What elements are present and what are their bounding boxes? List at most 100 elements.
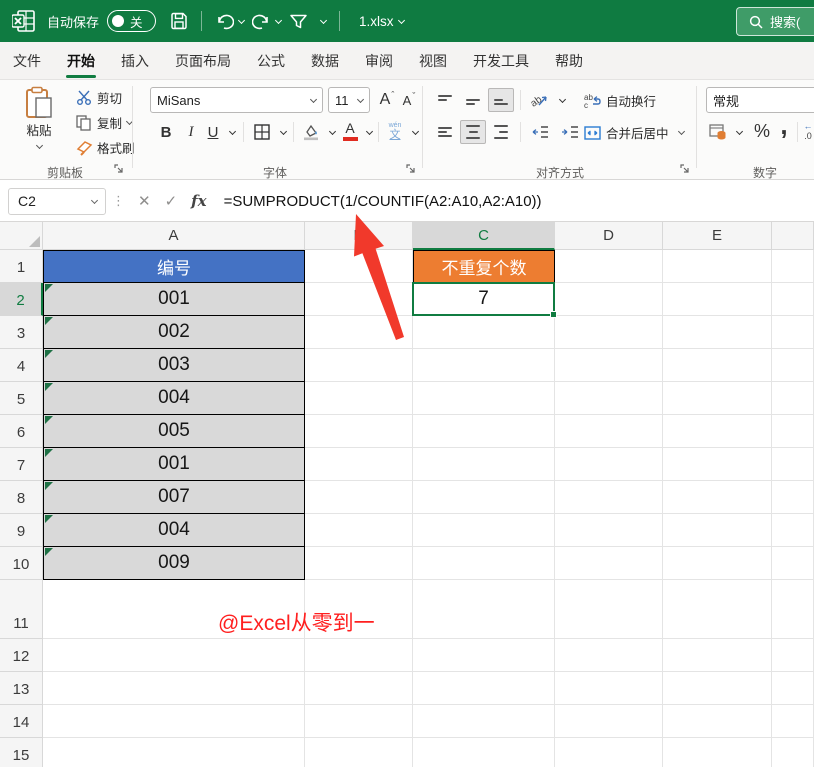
cell-D8[interactable]: [555, 481, 663, 514]
row-header-4[interactable]: 4: [0, 349, 43, 382]
cell-B12[interactable]: [305, 639, 413, 672]
cell-A10[interactable]: 009: [43, 547, 305, 580]
cell-A13[interactable]: [43, 672, 305, 705]
cell-E10[interactable]: [663, 547, 772, 580]
tab-页面布局[interactable]: 页面布局: [162, 42, 244, 80]
cell-C4[interactable]: [413, 349, 555, 382]
accounting-format-button[interactable]: [706, 120, 730, 144]
cell-D15[interactable]: [555, 738, 663, 767]
cell-D1[interactable]: [555, 250, 663, 283]
cell-C12[interactable]: [413, 639, 555, 672]
cell-E12[interactable]: [663, 639, 772, 672]
increase-indent-button[interactable]: [557, 120, 583, 144]
align-left-button[interactable]: [432, 120, 458, 144]
cell-D10[interactable]: [555, 547, 663, 580]
cell-C5[interactable]: [413, 382, 555, 415]
row-header-10[interactable]: 10: [0, 547, 43, 580]
document-title[interactable]: 1.xlsx: [349, 11, 408, 32]
align-bottom-button[interactable]: [488, 88, 514, 112]
clipboard-dialog-launcher-icon[interactable]: [114, 164, 124, 174]
row-header-6[interactable]: 6: [0, 415, 43, 448]
cell-C1[interactable]: 不重复个数: [413, 250, 555, 283]
cell-F8[interactable]: [772, 481, 814, 514]
cell-F10[interactable]: [772, 547, 814, 580]
orientation-button[interactable]: ab: [527, 88, 553, 112]
cell-D12[interactable]: [555, 639, 663, 672]
cell-A1[interactable]: 编号: [43, 250, 305, 283]
column-header-A[interactable]: A: [43, 222, 305, 250]
cell-A7[interactable]: 001: [43, 448, 305, 481]
redo-button[interactable]: [248, 10, 285, 33]
cell-E7[interactable]: [663, 448, 772, 481]
fill-color-button[interactable]: [299, 120, 323, 144]
cell-C14[interactable]: [413, 705, 555, 738]
name-box[interactable]: C2: [8, 188, 106, 215]
percent-style-button[interactable]: %: [750, 118, 774, 144]
cell-C11[interactable]: [413, 580, 555, 639]
row-header-11[interactable]: 11: [0, 580, 43, 639]
row-header-13[interactable]: 13: [0, 672, 43, 705]
cell-B6[interactable]: [305, 415, 413, 448]
tab-插入[interactable]: 插入: [108, 42, 162, 80]
phonetic-button[interactable]: wén 文: [384, 117, 406, 145]
accounting-dropdown[interactable]: [730, 120, 744, 144]
cell-E11[interactable]: [663, 580, 772, 639]
cell-D5[interactable]: [555, 382, 663, 415]
copy-button[interactable]: 复制: [76, 113, 132, 132]
row-header-1[interactable]: 1: [0, 250, 43, 283]
row-header-7[interactable]: 7: [0, 448, 43, 481]
align-middle-button[interactable]: [460, 88, 486, 112]
cell-D14[interactable]: [555, 705, 663, 738]
cell-F9[interactable]: [772, 514, 814, 547]
cell-D11[interactable]: [555, 580, 663, 639]
cell-E13[interactable]: [663, 672, 772, 705]
cell-E9[interactable]: [663, 514, 772, 547]
paste-button[interactable]: 粘贴: [24, 86, 54, 148]
cell-A9[interactable]: 004: [43, 514, 305, 547]
cell-B13[interactable]: [305, 672, 413, 705]
tab-数据[interactable]: 数据: [298, 42, 352, 80]
cell-A2[interactable]: 001: [43, 283, 305, 316]
underline-button[interactable]: U: [203, 120, 223, 144]
cell-E14[interactable]: [663, 705, 772, 738]
cell-D3[interactable]: [555, 316, 663, 349]
column-header-C[interactable]: C: [413, 222, 555, 250]
cell-B15[interactable]: [305, 738, 413, 767]
cell-F7[interactable]: [772, 448, 814, 481]
cell-F12[interactable]: [772, 639, 814, 672]
cell-F3[interactable]: [772, 316, 814, 349]
align-center-button[interactable]: [460, 120, 486, 144]
cell-E4[interactable]: [663, 349, 772, 382]
column-header-D[interactable]: D: [555, 222, 663, 250]
tab-文件[interactable]: 文件: [0, 42, 54, 80]
cell-B3[interactable]: [305, 316, 413, 349]
decrease-indent-button[interactable]: [527, 120, 553, 144]
cell-B8[interactable]: [305, 481, 413, 514]
merge-center-dropdown-icon[interactable]: [677, 128, 684, 135]
search-box[interactable]: 搜索(: [736, 7, 814, 36]
tab-开发工具[interactable]: 开发工具: [460, 42, 542, 80]
cell-E8[interactable]: [663, 481, 772, 514]
cell-F2[interactable]: [772, 283, 814, 316]
cell-A15[interactable]: [43, 738, 305, 767]
cell-A5[interactable]: 004: [43, 382, 305, 415]
comma-style-button[interactable]: ,: [776, 112, 792, 138]
cell-A4[interactable]: 003: [43, 349, 305, 382]
cut-button[interactable]: 剪切: [76, 88, 122, 107]
column-header-partial[interactable]: [772, 222, 814, 250]
cell-C9[interactable]: [413, 514, 555, 547]
phonetic-dropdown[interactable]: [406, 120, 420, 144]
paste-dropdown-icon[interactable]: [35, 142, 42, 149]
tab-开始[interactable]: 开始: [54, 42, 108, 80]
cell-D13[interactable]: [555, 672, 663, 705]
name-box-splitter[interactable]: ⋮: [112, 193, 125, 209]
cell-E3[interactable]: [663, 316, 772, 349]
cell-F15[interactable]: [772, 738, 814, 767]
font-color-dropdown[interactable]: [360, 120, 374, 144]
cell-E6[interactable]: [663, 415, 772, 448]
cell-C15[interactable]: [413, 738, 555, 767]
row-header-12[interactable]: 12: [0, 639, 43, 672]
fill-color-dropdown[interactable]: [323, 120, 337, 144]
tab-审阅[interactable]: 审阅: [352, 42, 406, 80]
bold-button[interactable]: B: [155, 120, 177, 144]
